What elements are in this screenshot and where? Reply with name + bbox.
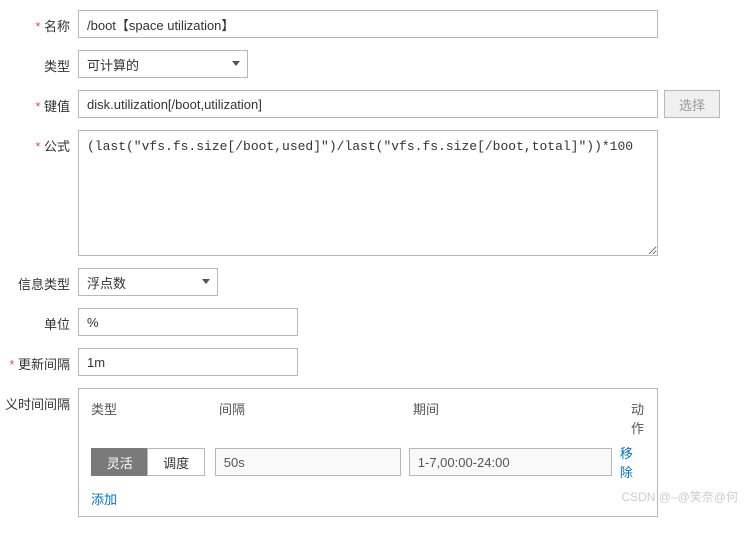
label-name: 名称: [0, 10, 78, 35]
label-formula: 公式: [0, 130, 78, 155]
add-interval-link[interactable]: 添加: [91, 492, 117, 507]
formula-textarea[interactable]: (last("vfs.fs.size[/boot,used]")/last("v…: [78, 130, 658, 256]
name-input[interactable]: [78, 10, 658, 38]
type-select[interactable]: 可计算的: [78, 50, 248, 78]
key-input[interactable]: [78, 90, 658, 118]
label-unit: 单位: [0, 308, 78, 333]
interval-header-type: 类型: [91, 399, 219, 437]
interval-row: 灵活 调度 移除: [91, 443, 645, 481]
label-key: 键值: [0, 90, 78, 115]
toggle-scheduling[interactable]: 调度: [147, 448, 204, 476]
interval-type-toggle[interactable]: 灵活 调度: [91, 448, 205, 476]
label-type: 类型: [0, 50, 78, 75]
interval-header-action: 动作: [631, 399, 645, 437]
label-custom-interval: 义时间间隔: [0, 388, 78, 413]
toggle-flexible[interactable]: 灵活: [91, 448, 147, 476]
unit-input[interactable]: [78, 308, 298, 336]
label-info-type: 信息类型: [0, 268, 78, 293]
remove-interval-link[interactable]: 移除: [620, 443, 645, 481]
interval-header-interval: 间隔: [219, 399, 413, 437]
custom-interval-box: 类型 间隔 期间 动作 灵活 调度 移除 添加: [78, 388, 658, 517]
select-key-button[interactable]: 选择: [664, 90, 720, 118]
update-interval-input[interactable]: [78, 348, 298, 376]
info-type-select-value: 浮点数: [87, 273, 126, 292]
interval-header-period: 期间: [413, 399, 631, 437]
interval-value-input[interactable]: [215, 448, 401, 476]
label-update-interval: 更新间隔: [0, 348, 78, 373]
type-select-value: 可计算的: [87, 55, 139, 74]
period-value-input[interactable]: [409, 448, 612, 476]
info-type-select[interactable]: 浮点数: [78, 268, 218, 296]
